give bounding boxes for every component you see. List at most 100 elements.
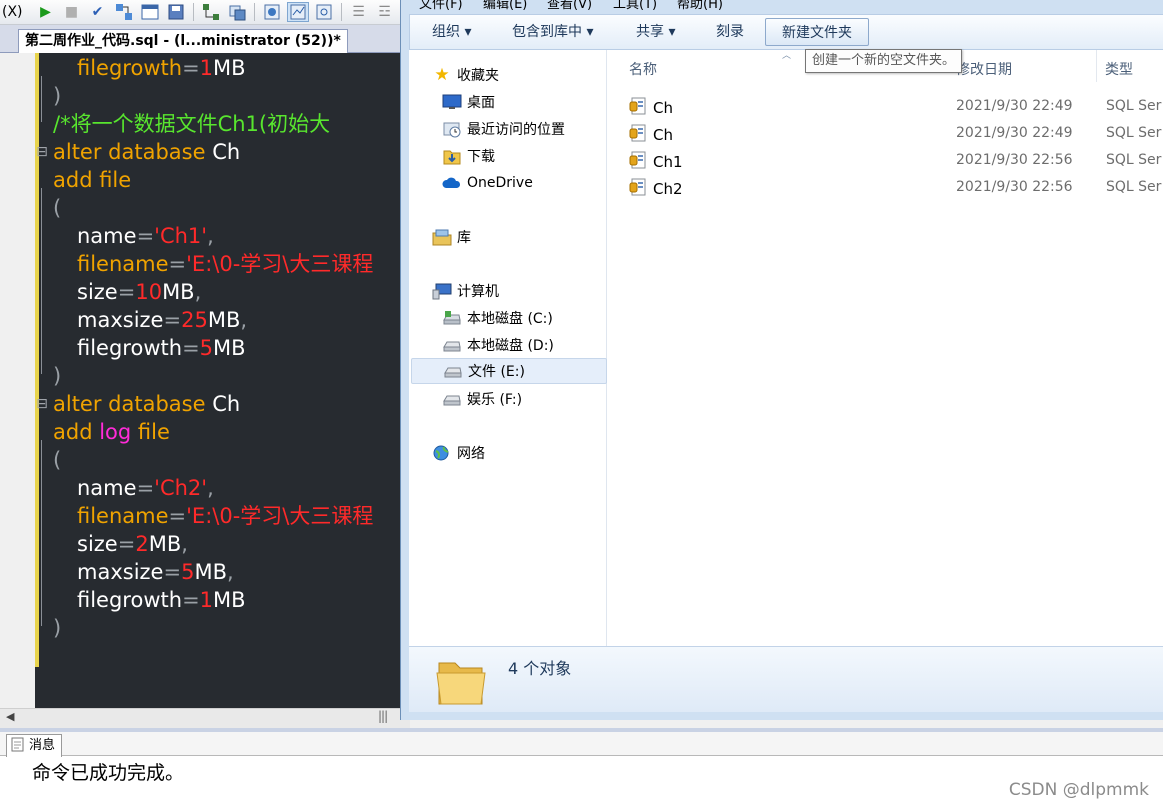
code-line-text: alter database Ch <box>53 138 240 166</box>
code-line[interactable]: maxsize=5MB, <box>35 558 410 586</box>
code-line-text: filename='E:\0-学习\大三课程 <box>77 502 373 530</box>
code-line[interactable]: ( <box>35 194 410 222</box>
new-folder-tooltip: 创建一个新的空文件夹。 <box>805 49 963 73</box>
toolbar-separator <box>192 3 194 21</box>
object-explorer-icon[interactable] <box>200 2 222 22</box>
code-token: , <box>181 532 188 556</box>
editor-horizontal-scrollbar[interactable]: ◀ ||| <box>0 708 410 728</box>
drive-icon <box>441 336 463 354</box>
code-line[interactable]: filegrowth=5MB <box>35 334 410 362</box>
sql-database-file-icon <box>629 178 647 200</box>
file-row[interactable]: Ch2 2021/9/30 22:56 SQL Ser <box>629 175 1163 201</box>
code-token: Ch <box>212 140 241 164</box>
code-line[interactable]: maxsize=25MB, <box>35 306 410 334</box>
uncomment-icon[interactable]: ☲ <box>374 2 396 22</box>
organize-button[interactable]: 组织 ▾ <box>424 18 479 46</box>
code-token: ) <box>53 616 62 640</box>
file-list: ︿ 名称 修改日期 类型 Ch 2021/9/30 22:49 SQL Ser Ch 2… <box>607 50 1163 646</box>
share-button[interactable]: 共享 ▾ <box>628 18 683 46</box>
nav-network[interactable]: 网络 <box>431 440 627 466</box>
messages-tab-label: 消息 <box>29 738 56 753</box>
menu-edit[interactable]: 编辑(E) <box>483 0 527 12</box>
watermark: CSDN @dlpmmk <box>1008 780 1149 800</box>
code-line[interactable]: ( <box>35 446 410 474</box>
column-header-date[interactable]: 修改日期 <box>956 59 1012 79</box>
nav-favorites-label: 收藏夹 <box>457 68 499 84</box>
code-line[interactable]: name='Ch1', <box>35 222 410 250</box>
scroll-grip-icon[interactable]: ||| <box>378 709 388 723</box>
code-line[interactable]: add log file <box>35 418 410 446</box>
code-line[interactable]: add file <box>35 166 410 194</box>
menu-file[interactable]: 文件(F) <box>419 0 463 12</box>
include-plan-icon[interactable] <box>286 2 309 22</box>
include-in-library-button[interactable]: 包含到库中 ▾ <box>504 18 601 46</box>
code-line[interactable]: ) <box>35 362 410 390</box>
properties-icon[interactable] <box>226 2 248 22</box>
code-line-text: filename='E:\0-学习\大三课程 <box>77 250 373 278</box>
code-line-text: name='Ch2', <box>77 474 214 502</box>
file-row[interactable]: Ch1 2021/9/30 22:56 SQL Ser <box>629 148 1163 174</box>
nav-favorites[interactable]: ★ 收藏夹 <box>431 62 627 88</box>
code-line[interactable]: filename='E:\0-学习\大三课程 <box>35 250 410 278</box>
file-date: 2021/9/30 22:56 <box>956 179 1073 195</box>
code-token: filename <box>77 252 169 276</box>
code-line[interactable]: /*将一个数据文件Ch1(初始大 <box>35 110 410 138</box>
execute-icon[interactable]: ▶ <box>35 2 57 22</box>
nav-computer[interactable]: 计算机 <box>431 278 627 304</box>
nav-libraries[interactable]: 库 <box>431 224 627 250</box>
column-divider[interactable] <box>1096 50 1097 82</box>
file-row[interactable]: Ch 2021/9/30 22:49 SQL Ser <box>629 121 1163 147</box>
column-header-type[interactable]: 类型 <box>1105 59 1133 79</box>
parse-check-icon[interactable]: ✔ <box>87 2 109 22</box>
nav-drive-e[interactable]: 文件 (E:) <box>411 358 607 384</box>
comment-lines-icon[interactable]: ☰ <box>348 2 370 22</box>
column-header-name[interactable]: 名称 <box>629 59 657 79</box>
sql-document-tab[interactable]: 第二周作业_代码.sql - (l...ministrator (52))* <box>18 29 348 53</box>
collapse-region-icon[interactable]: ⊟ <box>36 138 48 166</box>
code-line[interactable]: filename='E:\0-学习\大三课程 <box>35 502 410 530</box>
scroll-left-icon[interactable]: ◀ <box>6 710 14 723</box>
code-line[interactable]: alter database Ch <box>35 390 410 418</box>
sql-editor[interactable]: filegrowth=1MB)/*将一个数据文件Ch1(初始大 alter dat… <box>35 53 410 708</box>
code-token: add file <box>53 168 132 192</box>
menu-view[interactable]: 查看(V) <box>547 0 592 12</box>
display-plan-icon[interactable] <box>261 2 283 22</box>
code-token: 2 <box>135 532 149 556</box>
code-line[interactable]: filegrowth=1MB <box>35 586 410 614</box>
client-stats-icon[interactable] <box>313 2 335 22</box>
document-tab-bar: 第二周作业_代码.sql - (l...ministrator (52))* <box>0 25 410 53</box>
query-design-icon[interactable] <box>113 2 135 22</box>
new-folder-button[interactable]: 新建文件夹 <box>765 18 869 46</box>
file-row[interactable]: Ch 2021/9/30 22:49 SQL Ser <box>629 94 1163 120</box>
code-line[interactable]: filegrowth=1MB <box>35 54 410 82</box>
results-window-icon[interactable] <box>139 2 161 22</box>
code-line-text: filegrowth=5MB <box>77 334 246 362</box>
file-name-cell: Ch <box>629 97 673 119</box>
code-line[interactable]: size=10MB, <box>35 278 410 306</box>
burn-button[interactable]: 刻录 <box>708 18 752 46</box>
code-line[interactable]: alter database Ch <box>35 138 410 166</box>
menu-tools[interactable]: 工具(T) <box>613 0 657 12</box>
code-line-text: filegrowth=1MB <box>77 586 246 614</box>
code-line[interactable]: ) <box>35 82 410 110</box>
code-line[interactable]: name='Ch2', <box>35 474 410 502</box>
code-token: filegrowth <box>77 588 183 612</box>
code-line[interactable]: size=2MB, <box>35 530 410 558</box>
sort-ascending-icon: ︿ <box>782 51 792 61</box>
messages-tab[interactable]: 消息 <box>6 734 63 757</box>
code-token: 'Ch2' <box>154 476 208 500</box>
code-line-text: ( <box>53 446 61 474</box>
code-line[interactable]: ) <box>35 614 410 642</box>
code-token: = <box>182 336 200 360</box>
code-token: MB <box>162 280 195 304</box>
code-token: name <box>77 224 137 248</box>
computer-icon <box>431 282 453 300</box>
code-token: filegrowth <box>77 336 183 360</box>
explorer-window: 文件(F) 编辑(E) 查看(V) 工具(T) 帮助(H) 组织 ▾ 包含到库中… <box>400 0 1163 720</box>
menu-fragment[interactable]: (X) <box>2 4 23 20</box>
collapse-region-icon[interactable]: ⊟ <box>36 390 48 418</box>
save-icon[interactable] <box>165 2 187 22</box>
stop-icon[interactable]: ■ <box>61 2 83 22</box>
code-token: = <box>117 280 136 304</box>
menu-help[interactable]: 帮助(H) <box>677 0 723 12</box>
